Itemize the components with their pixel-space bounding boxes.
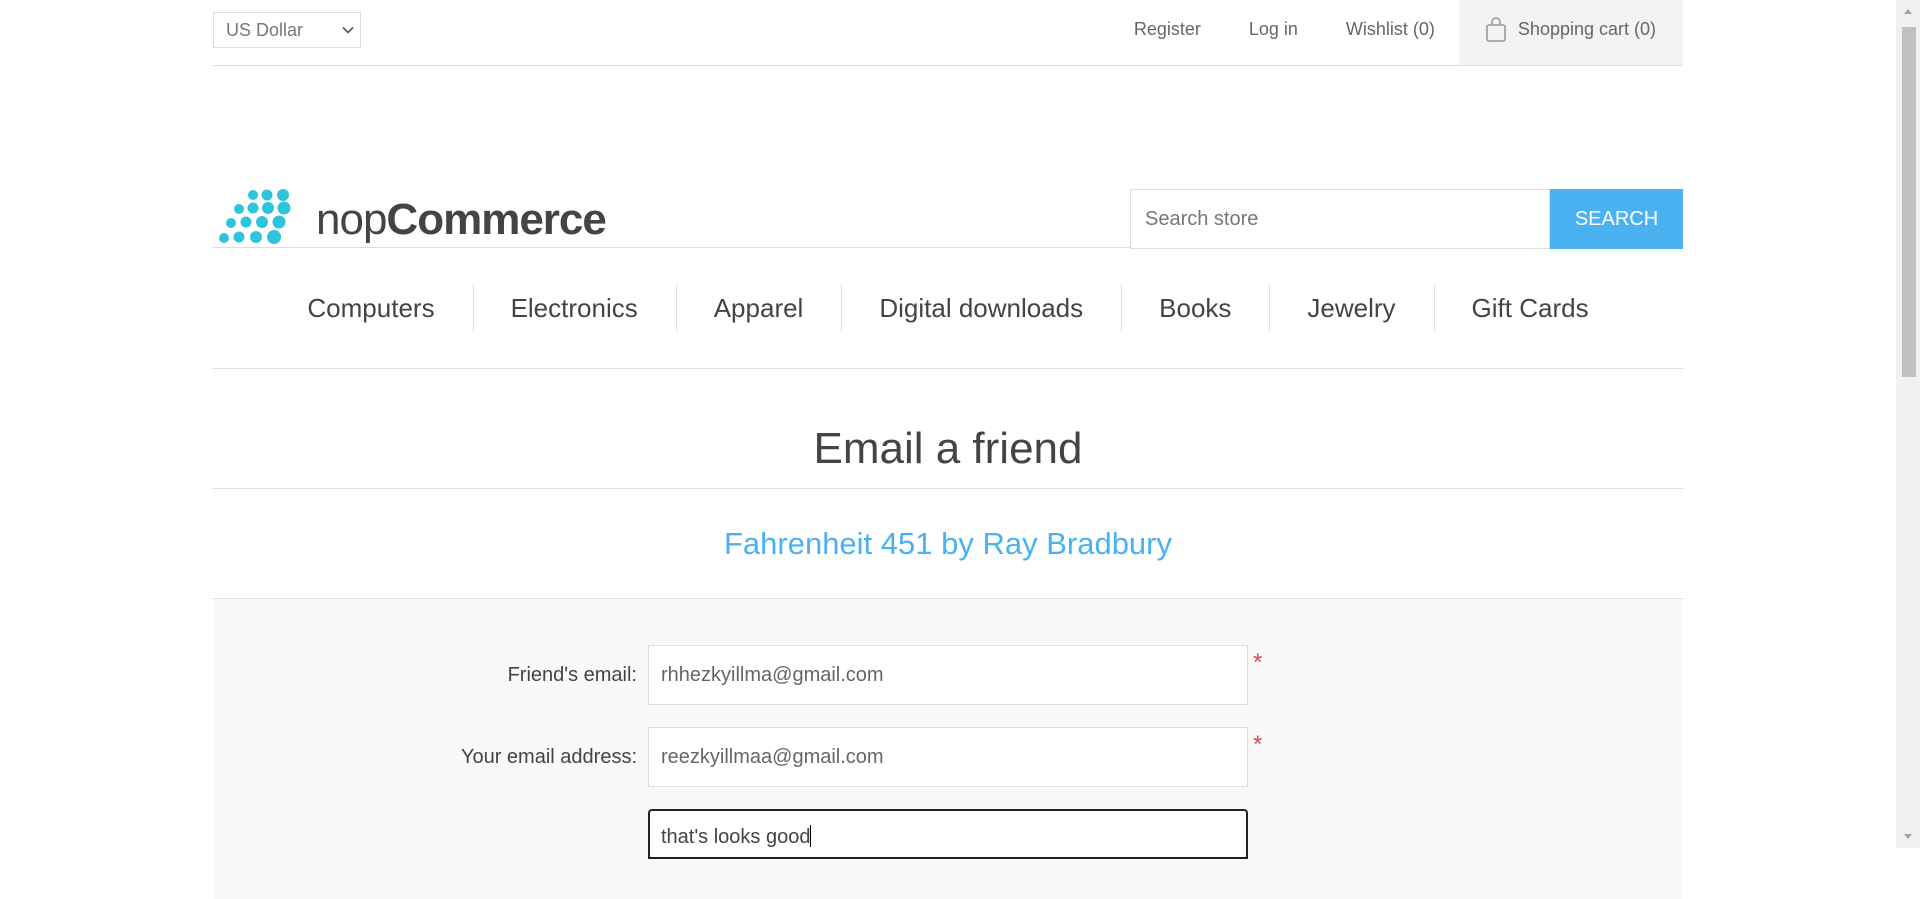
- store-logo[interactable]: nopCommerce: [217, 189, 607, 251]
- logo-wordmark: nopCommerce: [316, 195, 607, 244]
- currency-selector[interactable]: US Dollar: [213, 12, 361, 48]
- chevron-down-icon: [342, 26, 354, 34]
- menu-item-books[interactable]: Books: [1121, 285, 1269, 331]
- cart-label: Shopping cart (0): [1517, 19, 1656, 39]
- search-button[interactable]: SEARCH: [1550, 189, 1683, 249]
- top-menu: Computers Electronics Apparel Digital do…: [213, 248, 1683, 369]
- header-lower: nopCommerce SEARCH: [213, 66, 1683, 251]
- search-input[interactable]: [1130, 189, 1550, 249]
- your-email-label: Your email address:: [460, 746, 637, 768]
- message-text: that's looks good: [661, 826, 811, 848]
- search-box: SEARCH: [1130, 189, 1683, 249]
- logo-dots-icon: [219, 189, 291, 244]
- menu-item-gift-cards[interactable]: Gift Cards: [1433, 285, 1627, 331]
- friend-email-row: Friend's email: rhhezkyillma@gmail.com *: [213, 645, 1683, 705]
- page: US Dollar Register Log in Wishlist (0) S…: [213, 0, 1683, 899]
- login-link[interactable]: Log in: [1225, 0, 1322, 65]
- email-friend-form: Friend's email: rhhezkyillma@gmail.com *…: [213, 599, 1683, 899]
- friend-email-field[interactable]: rhhezkyillma@gmail.com: [648, 645, 1248, 705]
- text-caret: [810, 825, 812, 847]
- header-links: Register Log in Wishlist (0) Shopping ca…: [1110, 0, 1683, 65]
- required-marker: *: [1253, 649, 1263, 676]
- menu-item-jewelry[interactable]: Jewelry: [1269, 285, 1433, 331]
- message-row: that's looks good: [213, 809, 1683, 869]
- currency-value: US Dollar: [226, 20, 304, 40]
- menu-item-computers[interactable]: Computers: [269, 285, 472, 331]
- product-link[interactable]: Fahrenheit 451 by Ray Bradbury: [213, 489, 1683, 599]
- required-marker: *: [1253, 731, 1263, 758]
- wishlist-link[interactable]: Wishlist (0): [1322, 0, 1459, 65]
- shopping-bag-icon: [1486, 16, 1506, 42]
- header-upper: US Dollar Register Log in Wishlist (0) S…: [213, 0, 1683, 66]
- menu-item-digital-downloads[interactable]: Digital downloads: [841, 285, 1121, 331]
- shopping-cart-link[interactable]: Shopping cart (0): [1458, 0, 1683, 65]
- your-email-row: Your email address: reezkyillmaa@gmail.c…: [213, 727, 1683, 787]
- menu-item-apparel[interactable]: Apparel: [675, 285, 842, 331]
- register-link[interactable]: Register: [1110, 0, 1225, 65]
- your-email-field[interactable]: reezkyillmaa@gmail.com: [648, 727, 1248, 787]
- scroll-down-arrow-icon[interactable]: [1896, 826, 1920, 848]
- scroll-thumb[interactable]: [1902, 27, 1916, 377]
- page-title: Email a friend: [213, 369, 1683, 489]
- personal-message-textarea[interactable]: that's looks good: [648, 809, 1248, 859]
- vertical-scrollbar[interactable]: [1896, 0, 1920, 848]
- scroll-up-arrow-icon[interactable]: [1896, 0, 1920, 22]
- friend-email-label: Friend's email:: [507, 664, 637, 686]
- menu-item-electronics[interactable]: Electronics: [472, 285, 676, 331]
